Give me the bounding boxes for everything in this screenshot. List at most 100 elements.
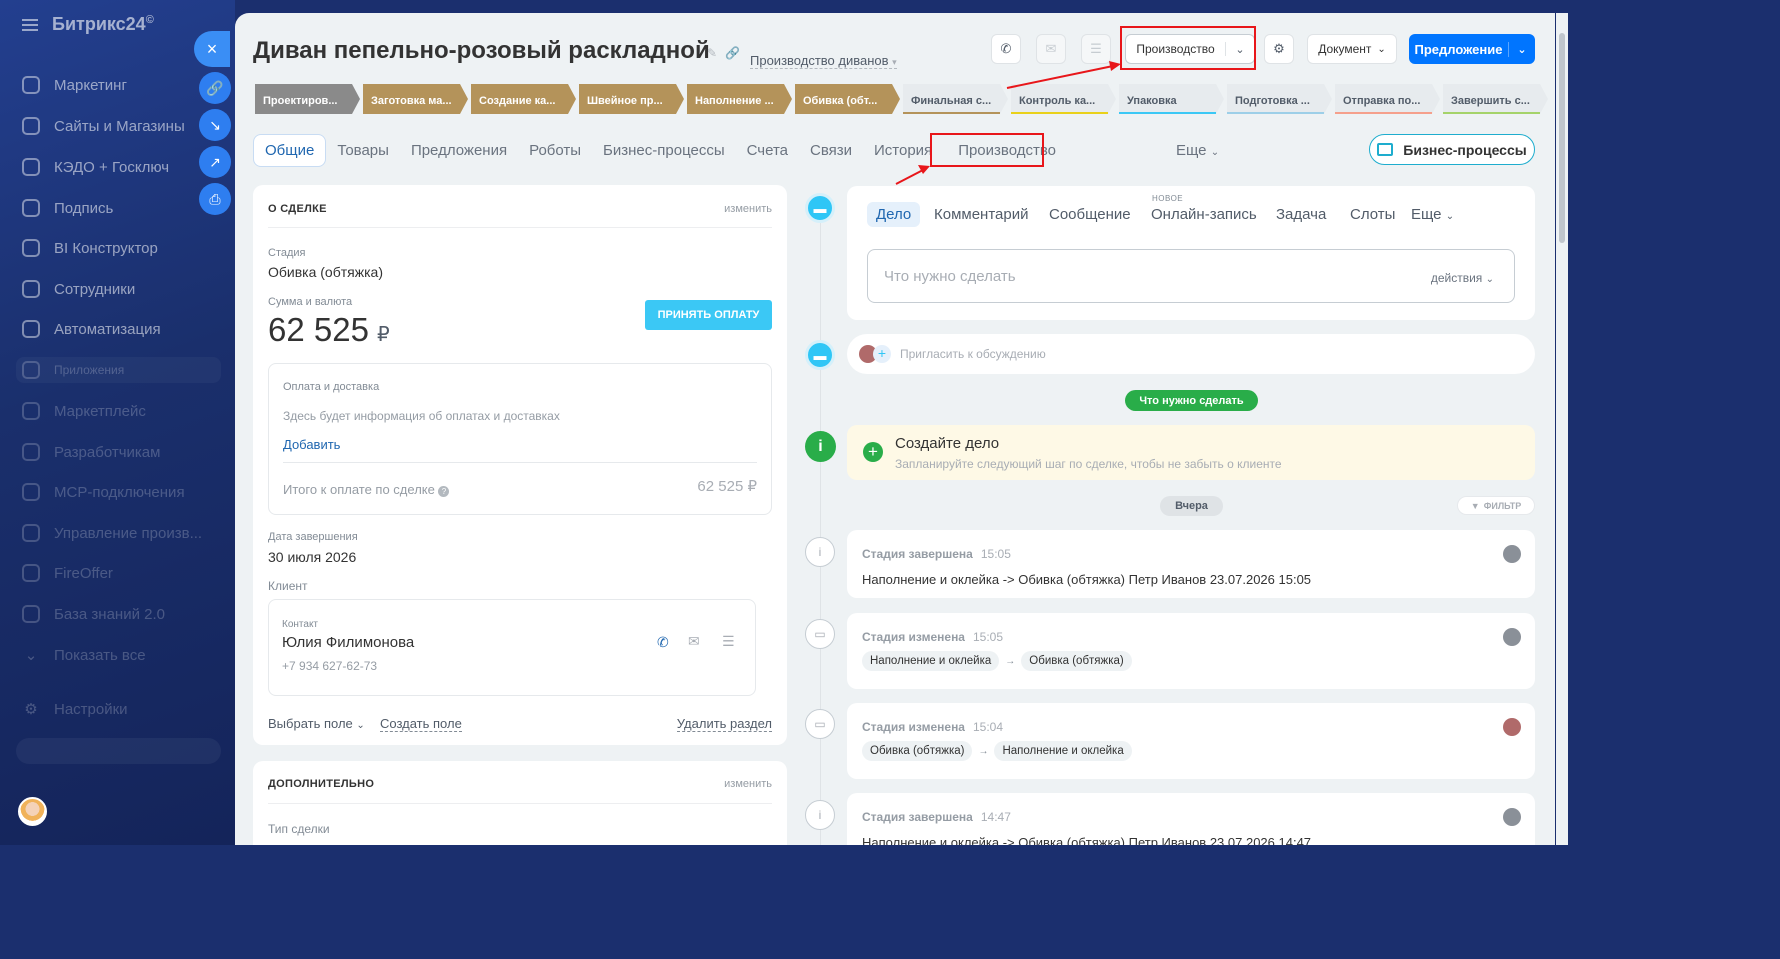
contact-name[interactable]: Юлия Филимонова [282,634,414,651]
logo[interactable]: Битрикс24© [52,14,154,35]
user-avatar[interactable] [18,797,47,826]
stage-item[interactable]: Создание ка... [471,84,576,114]
offer-button[interactable]: Предложение ⌄ [1409,34,1535,64]
event-author-avatar[interactable] [1503,808,1521,826]
chevron-down-icon[interactable]: ⌄ [1509,43,1535,56]
edit-section-button[interactable]: изменить [724,203,772,215]
stage-item[interactable]: Контроль ка... [1011,84,1116,114]
sidebar-item-automation[interactable]: Автоматизация [22,316,161,342]
event-author-avatar[interactable] [1503,545,1521,563]
sidebar-show-all[interactable]: ⌄ Показать все [22,642,146,668]
event-title-text: Стадия изменена [862,630,965,644]
sidebar-item-employees[interactable]: Сотрудники [22,276,135,302]
chat-icon[interactable]: ☰ [722,633,735,650]
tab-offers[interactable]: Предложения [400,135,518,166]
open-new-window-button[interactable]: ↗ [199,146,231,178]
help-icon[interactable]: ? [438,486,450,497]
invite-to-discussion[interactable]: + Пригласить к обсуждению [847,334,1535,374]
actions-dropdown[interactable]: действия ⌄ [1431,271,1494,285]
activity-tab-message[interactable]: Сообщение [1049,206,1131,223]
timeline-event: Стадия завершена 14:47 Наполнение и оклей… [847,793,1535,845]
sidebar-item-marketing[interactable]: Маркетинг [22,72,127,98]
close-slider-button[interactable]: × [194,31,230,67]
edit-section-button[interactable]: изменить [724,778,772,790]
sidebar-item-developers[interactable]: Разработчикам [22,439,160,465]
deal-amount[interactable]: 62 525 ₽ [268,311,390,349]
funnel-selector[interactable]: Производство диванов ▾ [750,53,897,69]
activity-tab-more[interactable]: Еще ⌄ [1411,206,1454,223]
activity-tab-slots[interactable]: Слоты [1350,206,1395,223]
document-button[interactable]: Документ ⌄ [1307,34,1397,64]
tab-general[interactable]: Общие [253,134,327,167]
mail-icon[interactable]: ✉ [688,633,700,650]
email-button[interactable]: ✉ [1036,34,1066,64]
page-title[interactable]: Диван пепельно-розовый раскладной [253,37,710,65]
print-button[interactable]: ⎙ [199,183,231,215]
sidebar-section-apps[interactable]: Приложения [16,357,221,383]
info-icon: i [805,431,836,462]
activity-tab-task[interactable]: Задача [1276,206,1326,223]
close-date-value[interactable]: 30 июля 2026 [268,549,356,565]
create-activity-title[interactable]: Создайте дело [895,435,999,452]
stage-item[interactable]: Заготовка ма... [363,84,468,114]
phone-icon[interactable]: ✆ [657,634,669,651]
sidebar-invite-bar[interactable] [16,738,221,764]
call-button[interactable]: ✆ [991,34,1021,64]
sidebar-item-bi[interactable]: BI Конструктор [22,235,158,261]
stage-item[interactable]: Швейное пр... [579,84,684,114]
chat-button[interactable]: ☰ [1081,34,1111,64]
sidebar-item-marketplace[interactable]: Маркетплейс [22,398,146,424]
stage-item[interactable]: Упаковка [1119,84,1224,114]
sidebar-item-kedo[interactable]: КЭДО + Госключ [22,154,169,180]
tab-robots[interactable]: Роботы [518,135,592,166]
activity-tab-comment[interactable]: Комментарий [934,206,1028,223]
tab-bar: Общие Товары Предложения Роботы Бизнес-п… [253,134,1230,167]
sidebar-item-settings[interactable]: ⚙ Настройки [22,696,127,722]
total-label: Итого к оплате по сделке [283,482,435,497]
link-icon[interactable]: 🔗 [725,46,740,60]
plus-icon[interactable]: + [873,345,891,363]
stage-color-bar [1443,112,1540,114]
add-payment-link[interactable]: Добавить [283,437,340,452]
event-author-avatar[interactable] [1503,628,1521,646]
stage-item[interactable]: Проектиров... [255,84,360,114]
settings-button[interactable]: ⚙ [1264,34,1294,64]
filter-button[interactable]: ▼ ФИЛЬТР [1457,496,1535,515]
tab-products[interactable]: Товары [326,135,400,166]
stage-item[interactable]: Подготовка ... [1227,84,1332,114]
page-scrollbar[interactable] [1556,13,1568,845]
add-activity-icon[interactable]: + [863,442,883,462]
todo-input[interactable]: Что нужно сделать действия ⌄ [867,249,1515,303]
create-field-link[interactable]: Создать поле [380,716,462,732]
download-button[interactable]: ↘ [199,109,231,141]
sidebar-item-production-mgmt[interactable]: Управление произв... [22,520,202,546]
stage-value[interactable]: Обивка (обтяжка) [268,264,383,280]
contact-phone[interactable]: +7 934 627-62-73 [282,659,377,673]
tab-links[interactable]: Связи [799,135,863,166]
tab-business-processes[interactable]: Бизнес-процессы [592,135,736,166]
edit-pencil-icon[interactable]: ✎ [707,46,717,60]
menu-icon[interactable] [22,18,38,31]
tab-more[interactable]: Еще ⌄ [1165,135,1230,166]
tab-invoices[interactable]: Счета [736,135,799,166]
stage-item[interactable]: Отправка по... [1335,84,1440,114]
event-author-avatar[interactable] [1503,718,1521,736]
sidebar-item-sign[interactable]: Подпись [22,195,113,221]
select-field-button[interactable]: Выбрать поле ⌄ [268,716,365,731]
stage-item[interactable]: Обивка (обт... [795,84,900,114]
sidebar-item-sites[interactable]: Сайты и Магазины [22,113,185,139]
stage-item[interactable]: Финальная с... [903,84,1008,114]
sidebar-item-fireoffer[interactable]: FireOffer [22,560,113,586]
stage-change-chips: Наполнение и оклейка → Обивка (обтяжка) [862,651,1132,671]
delete-section-link[interactable]: Удалить раздел [676,716,772,732]
activity-tab-deal[interactable]: Дело [867,202,921,227]
business-processes-button[interactable]: Бизнес-процессы [1369,134,1535,165]
stage-item[interactable]: Наполнение ... [687,84,792,114]
scrollbar-thumb[interactable] [1559,33,1565,243]
copy-link-button[interactable]: 🔗 [199,72,231,104]
accept-payment-button[interactable]: ПРИНЯТЬ ОПЛАТУ [645,300,772,330]
activity-tab-booking[interactable]: Онлайн-запись [1151,206,1257,223]
sidebar-item-mcp[interactable]: MCP-подключения [22,479,185,505]
sidebar-item-knowledge[interactable]: База знаний 2.0 [22,601,165,627]
stage-item[interactable]: Завершить с... [1443,84,1548,114]
